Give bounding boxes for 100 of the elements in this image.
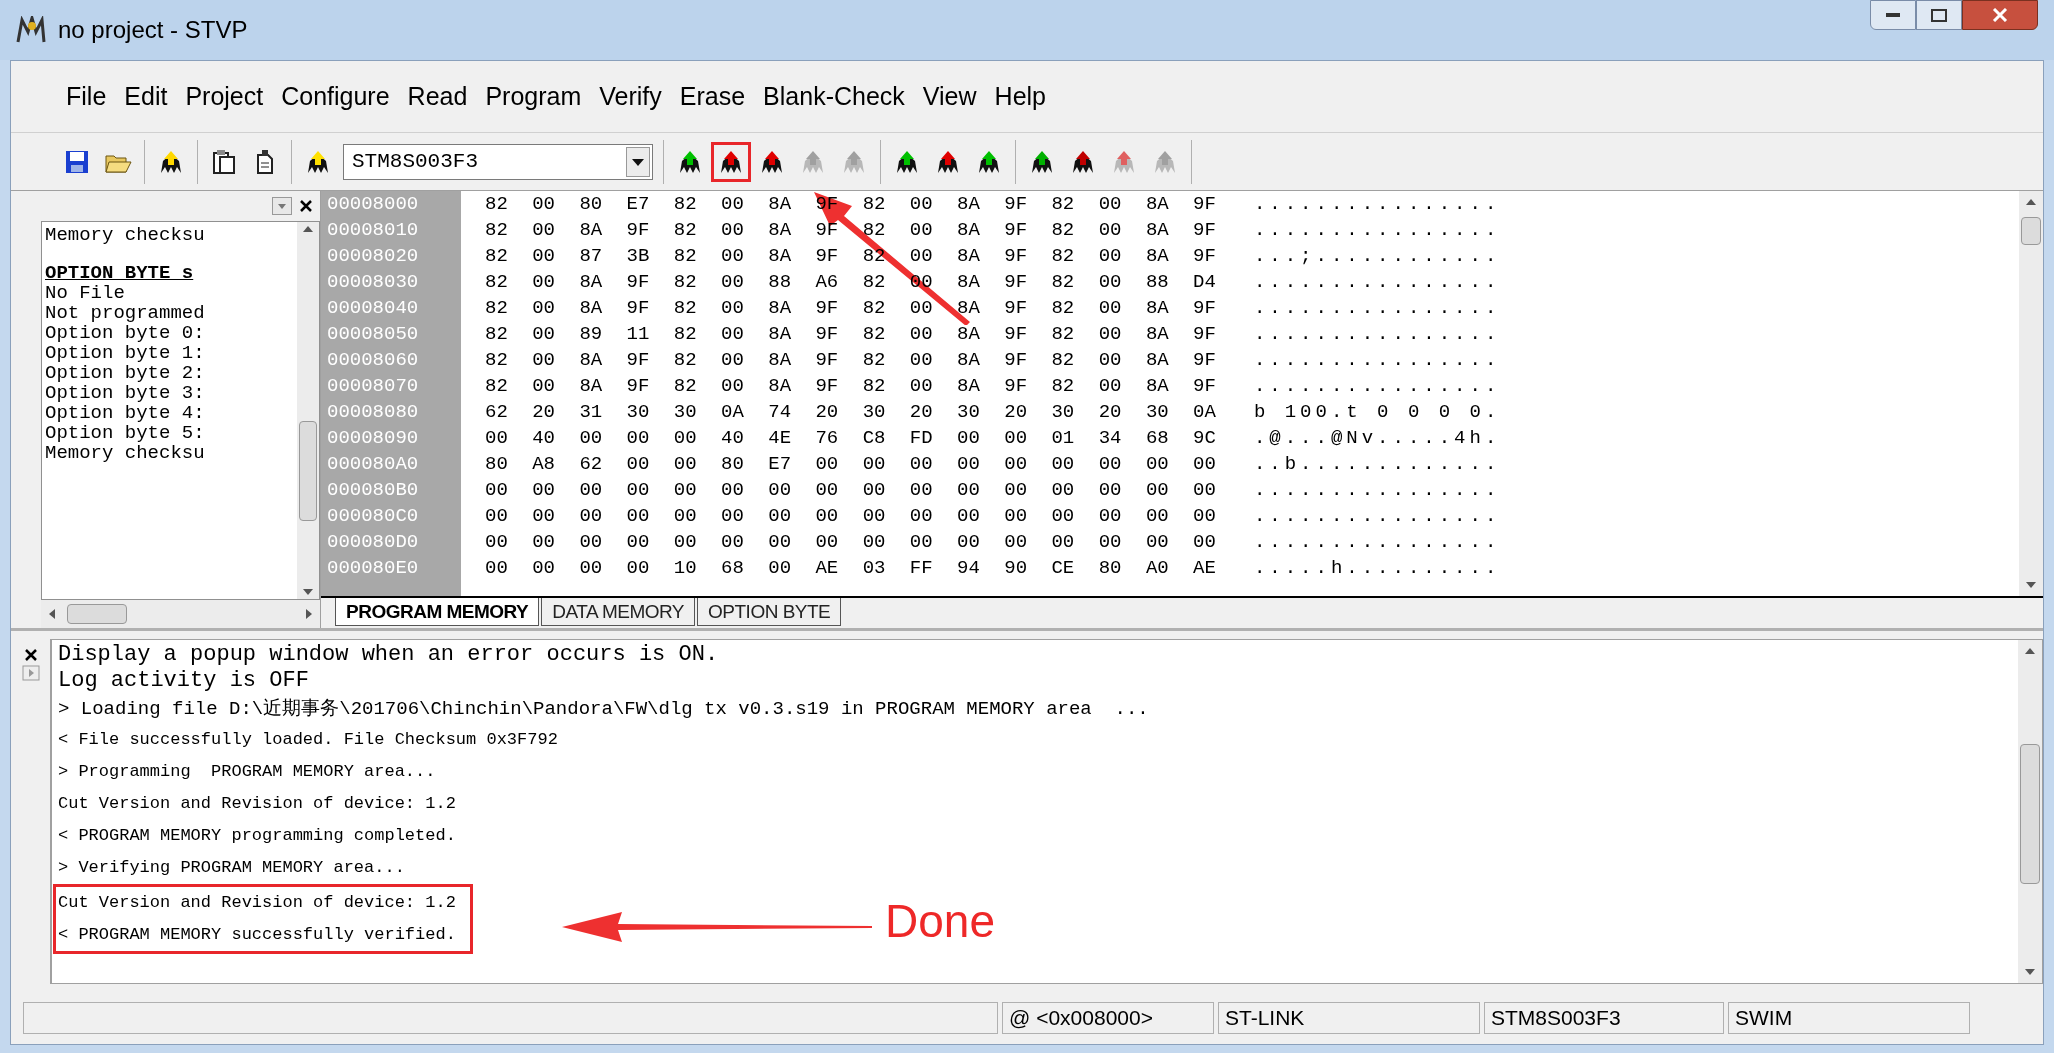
memory-tab[interactable]: OPTION BYTE — [697, 598, 842, 626]
status-field: SWIM — [1728, 1002, 1970, 1034]
maximize-button[interactable] — [1916, 0, 1962, 30]
menu-item[interactable]: Verify — [599, 77, 662, 116]
ascii-text: .@...@Nv.....4h. — [1253, 426, 1501, 451]
menu-item[interactable]: Read — [407, 77, 468, 116]
ascii-text: ................ — [1253, 504, 1501, 529]
info-line: Option byte 1: — [45, 343, 206, 363]
ascii-text: ................ — [1253, 374, 1501, 399]
window-title: no project - STVP — [58, 15, 248, 45]
scrollbar-thumb[interactable] — [299, 420, 317, 521]
hex-bytes: 82 00 8A 9F 82 00 8A 9F 82 00 8A 9F 82 00 8A 9F — [485, 296, 1216, 321]
section-heading: OPTION BYTE s — [45, 263, 195, 283]
ascii-text: ................ — [1253, 530, 1501, 555]
address-cell-text: 00008010 — [326, 218, 420, 243]
hex-bytes: 00 40 00 00 00 40 4E 76 C8 FD 00 00 01 34 68 9C — [485, 426, 1216, 451]
memory-tab[interactable]: DATA MEMORY — [541, 598, 696, 626]
ascii-text: ...;............ — [1253, 244, 1501, 269]
maximize-icon — [1931, 8, 1947, 22]
hex-bytes: 00 00 00 00 00 00 00 00 00 00 00 00 00 00 00 00 — [485, 504, 1216, 529]
scrollbar-thumb[interactable] — [2021, 217, 2041, 245]
address-cell-text: 000080B0 — [326, 478, 420, 503]
ascii-text: ................ — [1253, 296, 1501, 321]
hex-bytes: 82 00 87 3B 82 00 8A 9F 82 00 8A 9F 82 00 8A 9F — [485, 244, 1216, 269]
info-line: Option byte 2: — [45, 363, 206, 383]
minimize-icon — [1886, 12, 1900, 18]
device-value: STM8S003F3 — [351, 148, 480, 175]
menu-item[interactable]: View — [922, 77, 977, 116]
menu-item[interactable]: Edit — [124, 77, 168, 116]
annotation-label: Done — [885, 898, 995, 944]
address-cell-text: 00008000 — [326, 192, 420, 217]
ascii-text: ................ — [1253, 218, 1501, 243]
info-line: Option byte 4: — [45, 403, 206, 423]
scrollbar-thumb[interactable] — [2020, 744, 2040, 884]
address-cell-text: 00008080 — [326, 400, 420, 425]
address-cell-text: 000080C0 — [326, 504, 420, 529]
address-cell-text: 000080D0 — [326, 530, 420, 555]
dropdown-caret-icon — [626, 146, 650, 177]
ascii-text: b 100.t 0 0 0 0. — [1253, 400, 1501, 425]
info-line: Memory checksu — [45, 443, 206, 463]
hex-bytes: 82 00 8A 9F 82 00 8A 9F 82 00 8A 9F 82 00 8A 9F — [485, 374, 1216, 399]
ascii-text: ................ — [1253, 478, 1501, 503]
chip-toolbar-button[interactable] — [711, 141, 751, 182]
menu-item[interactable]: File — [66, 77, 107, 116]
menu-item[interactable]: Blank-Check — [763, 77, 905, 116]
log-line: > Programming PROGRAM MEMORY area... — [58, 761, 436, 783]
scroll-right-icon — [306, 609, 312, 619]
menu-item[interactable]: Program — [485, 77, 582, 116]
log-line: > Verifying PROGRAM MEMORY area... — [58, 857, 405, 879]
scroll-up-icon — [2025, 648, 2035, 654]
info-line: Memory checksu — [45, 225, 206, 245]
scrollbar-thumb[interactable] — [67, 604, 127, 624]
hex-bytes: 00 00 00 00 00 00 00 00 00 00 00 00 00 00 00 00 — [485, 478, 1216, 503]
log-line: < PROGRAM MEMORY programming completed. — [58, 825, 456, 847]
log-line: Cut Version and Revision of device: 1.2 — [58, 793, 456, 815]
log-line: < File successfully loaded. File Checksum 0x3F792 — [58, 729, 558, 751]
device-dropdown[interactable]: STM8S003F3 — [343, 143, 653, 180]
scroll-down-icon — [2026, 582, 2036, 588]
hex-bytes: 82 00 8A 9F 82 00 8A 9F 82 00 8A 9F 82 00 8A 9F — [485, 218, 1216, 243]
log-line: < PROGRAM MEMORY successfully verified. — [53, 919, 473, 954]
log-line: > Loading file D:\近期事务\201706\Chinchin\Pandora\FW\dlg tx v0.3.s19 in PROGRAM MEMORY area ... — [58, 697, 1149, 722]
address-cell-text: 00008030 — [326, 270, 420, 295]
menu-item[interactable]: Erase — [679, 77, 746, 116]
hex-bytes: 82 00 89 11 82 00 8A 9F 82 00 8A 9F 82 00 8A 9F — [485, 322, 1216, 347]
address-cell-text: 00008050 — [326, 322, 420, 347]
close-icon — [1992, 8, 2008, 22]
info-line: Not programmed — [45, 303, 206, 323]
hex-bytes: 82 00 8A 9F 82 00 8A 9F 82 00 8A 9F 82 00 8A 9F — [485, 348, 1216, 373]
menu-item[interactable]: Project — [185, 77, 264, 116]
address-cell-text: 00008040 — [326, 296, 420, 321]
info-line: Option byte 0: — [45, 323, 206, 343]
log-line: Display a popup window when an error occurs is ON. — [58, 642, 719, 668]
log-line: Cut Version and Revision of device: 1.2 — [53, 884, 473, 919]
ascii-text: ................ — [1253, 322, 1501, 347]
ascii-text: ..b............. — [1253, 452, 1501, 477]
scroll-down-icon — [303, 589, 313, 595]
address-cell-text: 00008020 — [326, 244, 420, 269]
scroll-up-icon — [2026, 199, 2036, 205]
close-button[interactable] — [1962, 0, 2038, 30]
address-cell-text: 000080A0 — [326, 452, 420, 477]
minimize-button[interactable] — [1870, 0, 1916, 30]
hex-bytes: 00 00 00 00 10 68 00 AE 03 FF 94 90 CE 80 A0 AE — [485, 556, 1216, 581]
ascii-text: ................ — [1253, 192, 1501, 217]
scroll-up-icon — [303, 226, 313, 232]
memory-tab[interactable]: PROGRAM MEMORY — [335, 598, 540, 626]
hex-bytes: 80 A8 62 00 00 80 E7 00 00 00 00 00 00 00 00 00 — [485, 452, 1216, 477]
status-field: ST-LINK — [1218, 1002, 1480, 1034]
hex-bytes: 62 20 31 30 30 0A 74 20 30 20 30 20 30 20 30 0A — [485, 400, 1216, 425]
menu-item[interactable]: Configure — [281, 77, 390, 116]
scroll-left-icon — [49, 609, 55, 619]
address-cell-text: 00008060 — [326, 348, 420, 373]
info-line: Option byte 5: — [45, 423, 206, 443]
info-line: No File — [45, 283, 126, 303]
address-cell-text: 00008090 — [326, 426, 420, 451]
clipboard-icon — [212, 148, 236, 175]
panel-menu-icon — [272, 197, 292, 215]
document-icon — [255, 148, 275, 175]
menu-item[interactable]: Help — [994, 77, 1046, 116]
scroll-down-icon — [2025, 969, 2035, 975]
status-field: STM8S003F3 — [1484, 1002, 1724, 1034]
